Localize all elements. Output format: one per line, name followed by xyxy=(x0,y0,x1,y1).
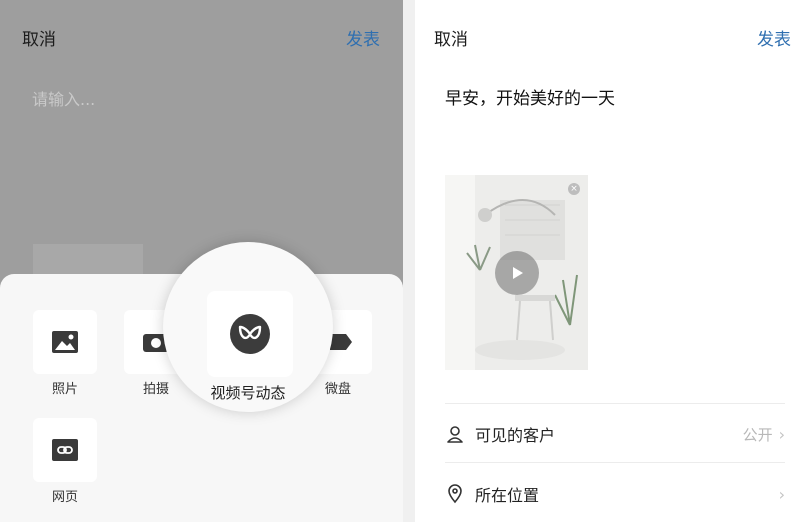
link-icon xyxy=(52,439,78,461)
location-label: 所在位置 xyxy=(475,486,540,505)
panel-divider xyxy=(403,0,415,522)
chevron-right-icon: › xyxy=(778,484,785,504)
channels-icon xyxy=(238,325,262,340)
channels-icon-badge xyxy=(230,314,270,354)
channels-magnifier: 视频号动态 xyxy=(163,242,333,412)
left-screen: 取消 发表 请输入... 照片 拍摄 微盘 网页 视频号动态 xyxy=(0,0,403,522)
play-button[interactable] xyxy=(495,251,539,295)
post-input[interactable]: 请输入... xyxy=(32,86,95,110)
photo-option-label: 照片 xyxy=(51,382,78,397)
cancel-button[interactable]: 取消 xyxy=(434,25,468,50)
visible-customers-value: 公开 xyxy=(742,425,773,444)
channels-option[interactable] xyxy=(207,291,293,377)
image-icon xyxy=(52,331,78,353)
divider xyxy=(445,462,785,463)
visible-customers-label: 可见的客户 xyxy=(475,426,556,445)
photo-option[interactable] xyxy=(33,310,97,374)
right-screen: 取消 发表 早安，开始美好的一天 × 可见的客户 公开 › 所在位置 › xyxy=(415,0,800,522)
cancel-button[interactable]: 取消 xyxy=(22,25,56,50)
person-icon xyxy=(447,426,463,443)
play-icon xyxy=(513,267,523,279)
publish-button[interactable]: 发表 xyxy=(346,25,380,50)
video-thumbnail[interactable]: × xyxy=(445,175,588,370)
divider xyxy=(445,403,785,404)
chevron-right-icon: › xyxy=(778,424,785,444)
location-icon xyxy=(448,484,462,504)
location-row[interactable]: 所在位置 › xyxy=(445,478,785,510)
channels-option-label: 视频号动态 xyxy=(210,384,286,402)
close-icon[interactable]: × xyxy=(568,183,580,195)
post-text[interactable]: 早安，开始美好的一天 xyxy=(445,84,615,109)
publish-button[interactable]: 发表 xyxy=(757,25,791,50)
visible-customers-row[interactable]: 可见的客户 公开 › xyxy=(445,418,785,450)
webpage-option-label: 网页 xyxy=(51,490,78,505)
webpage-option[interactable] xyxy=(33,418,97,482)
